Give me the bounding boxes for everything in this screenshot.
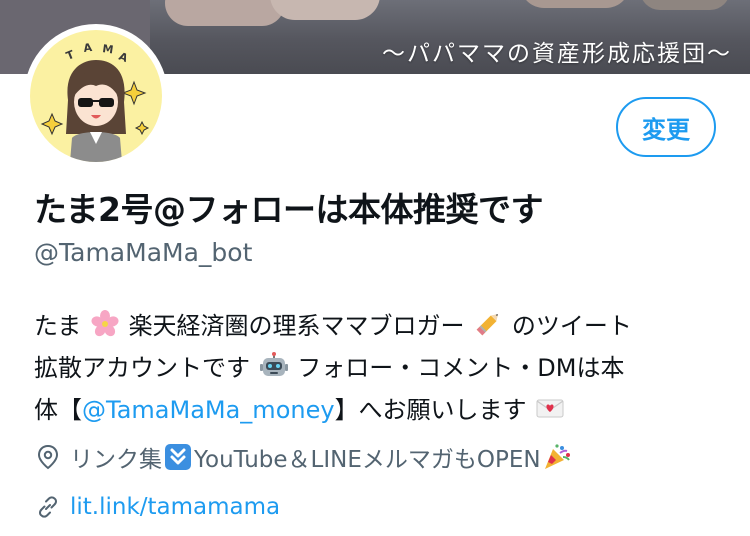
robot-icon	[259, 352, 288, 376]
avatar-illustration: T A M A	[40, 41, 150, 162]
edit-profile-button[interactable]: 変更	[616, 97, 716, 157]
location-text: YouTube＆LINEメルマガもOPEN	[194, 447, 541, 473]
banner-photo-shape	[165, 0, 285, 26]
pencil-icon	[476, 314, 499, 336]
link-icon	[39, 496, 57, 518]
display-name: たま2号@フォローは本体推奨です	[34, 190, 543, 229]
location-pin-icon	[37, 444, 59, 470]
bio-text: 体【	[34, 396, 82, 424]
bio-text: 拡散アカウントです	[34, 354, 250, 382]
sparkle-icon	[134, 120, 150, 136]
sparkle-icon	[121, 80, 147, 106]
website-link[interactable]: lit.link/tamamama	[70, 494, 280, 520]
avatar-image: T A M A	[30, 30, 162, 162]
profile-location: リンク集 YouTube＆LINEメルマガもOPEN	[34, 440, 573, 474]
bio-text: のツイート	[511, 312, 632, 340]
avatar-letter: T	[64, 48, 76, 63]
banner-photo-shape	[520, 0, 630, 8]
love-letter-icon	[536, 399, 564, 418]
bio-text: たま	[34, 312, 82, 340]
bio-mention-link[interactable]: @TamaMaMa_money	[82, 396, 335, 424]
bio-text: 】へお願いします	[334, 396, 527, 424]
down-arrow-button-icon	[165, 444, 191, 470]
avatar-letter: M	[102, 42, 115, 56]
user-handle: @TamaMaMa_bot	[34, 238, 253, 267]
location-text: リンク集	[70, 447, 162, 473]
bio-line: 拡散アカウントです フォロー・コメント・DMは本	[34, 347, 724, 389]
cherry-blossom-icon	[91, 310, 119, 337]
bio-line: 体【@TamaMaMa_money】へお願いします	[34, 389, 724, 431]
party-popper-icon	[544, 444, 570, 469]
bio-text: 楽天経済圏の理系ママブロガー	[128, 312, 465, 340]
bio-line: たま 楽天経済圏の理系ママブロガー のツイート	[34, 305, 724, 347]
bio-text: フォロー・コメント・DMは本	[297, 354, 625, 382]
profile-website: lit.link/tamamama	[34, 493, 280, 521]
banner-tagline: 〜パパママの資産形成応援団〜	[382, 41, 732, 67]
avatar-letter: A	[117, 50, 130, 65]
banner-photo-shape	[640, 0, 730, 10]
banner-photo-shape	[270, 0, 380, 20]
profile-page: 〜パパママの資産形成応援団〜 T A M A 変更 たま2号@フォローは本体推奨…	[0, 0, 750, 536]
avatar-letter: A	[83, 41, 94, 55]
avatar[interactable]: T A M A	[24, 24, 168, 168]
profile-bio: たま 楽天経済圏の理系ママブロガー のツイート 拡散アカウントです フォロー・コ…	[34, 305, 724, 431]
sparkle-icon	[40, 112, 64, 136]
